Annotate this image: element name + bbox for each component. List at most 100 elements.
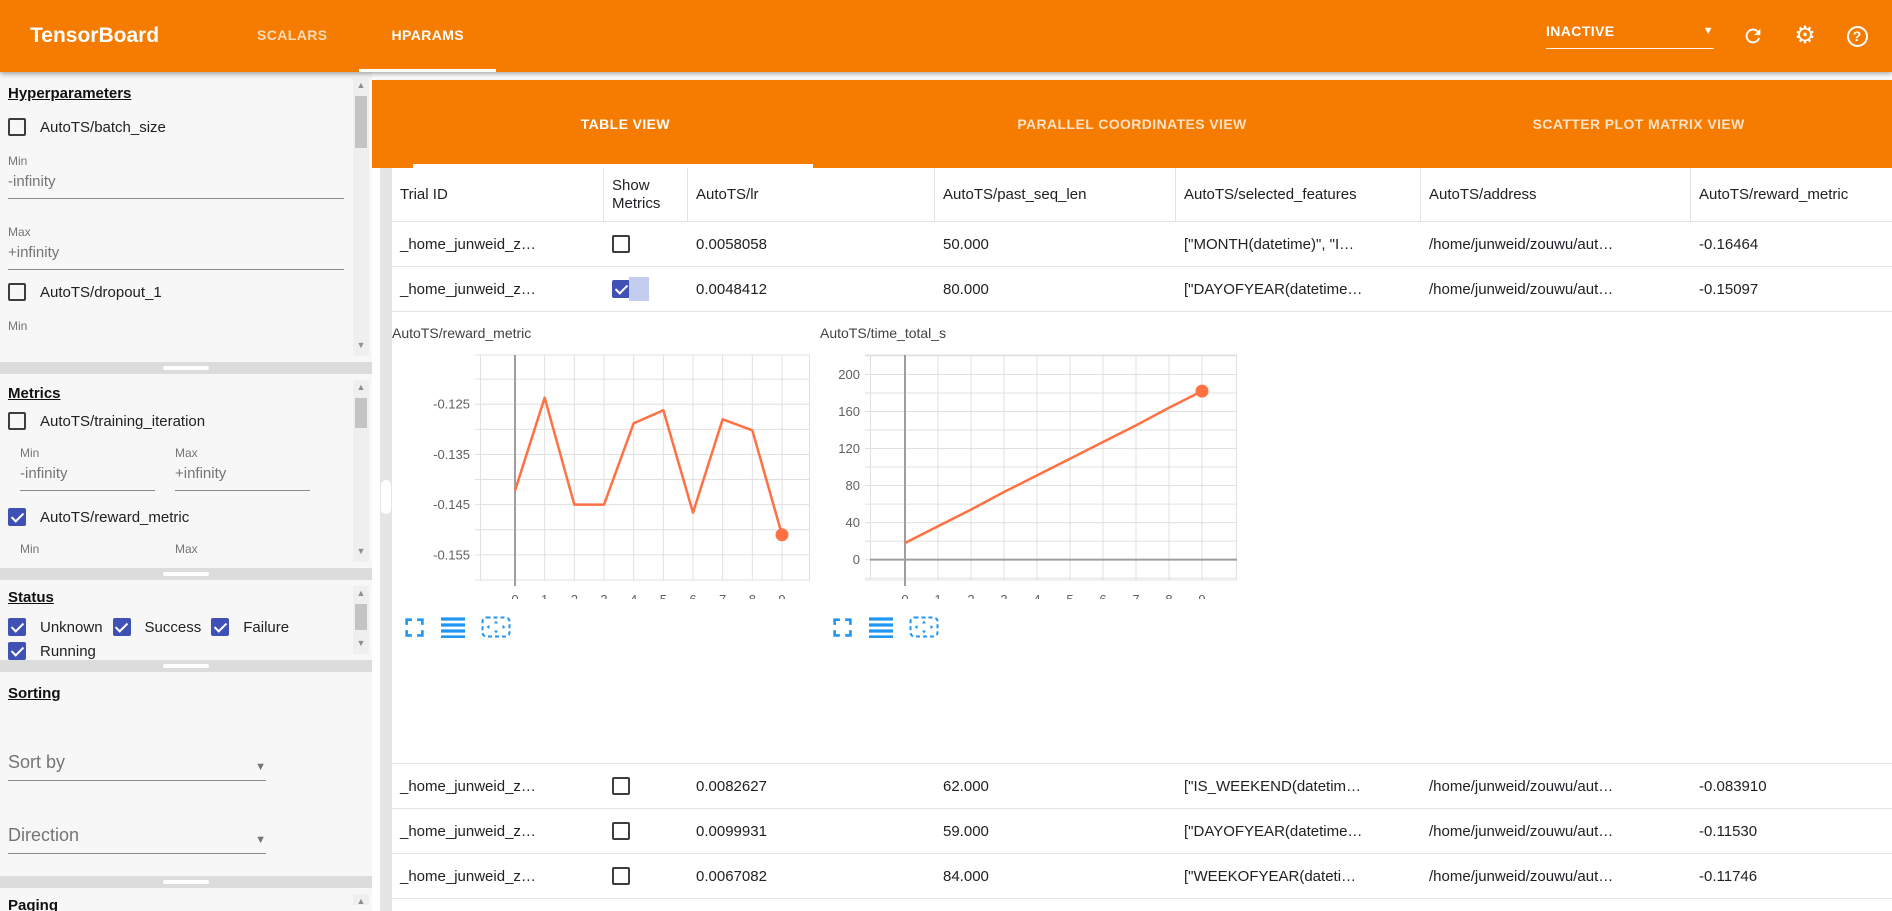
reset-zoom-icon[interactable] [481, 616, 511, 638]
reward-metric-cell: -0.083910 [1691, 778, 1892, 795]
training-iteration-label: AutoTS/training_iteration [40, 413, 205, 430]
show-metrics-checkbox[interactable] [612, 822, 630, 840]
svg-text:6: 6 [1099, 592, 1106, 599]
show-metrics-checkbox[interactable] [612, 777, 630, 795]
hyperparameters-scrollbar[interactable]: ▲ ▼ [353, 78, 369, 356]
reward-metric-label: AutoTS/reward_metric [40, 509, 189, 526]
tab-hparams[interactable]: HPARAMS [359, 0, 496, 72]
hparams-main: TABLE VIEW PARALLEL COORDINATES VIEW SCA… [372, 72, 1892, 911]
partial-row-edge [392, 898, 1892, 906]
status-running-checkbox[interactable] [8, 642, 26, 660]
status-failure-checkbox[interactable] [211, 618, 229, 636]
col-trial-id[interactable]: Trial ID [392, 168, 604, 221]
refresh-icon[interactable] [1740, 23, 1766, 49]
axes-lines-icon[interactable] [441, 617, 465, 638]
status-section: Status Unknown Success Failure Running [0, 580, 372, 660]
training-iteration-checkbox[interactable] [8, 412, 26, 430]
batch-size-checkbox[interactable] [8, 118, 26, 136]
col-past-seq-len[interactable]: AutoTS/past_seq_len [935, 168, 1176, 221]
table-row: _home_junweid_z… 0.0082627 62.000 ["IS_W… [392, 763, 1892, 808]
hparams-sidebar: Hyperparameters AutoTS/batch_size Min -i… [0, 72, 372, 911]
min-label: Min [20, 542, 155, 556]
tab-scalars[interactable]: SCALARS [225, 0, 359, 72]
col-show-metrics[interactable]: Show Metrics [604, 168, 688, 221]
scroll-up-icon[interactable]: ▲ [353, 896, 369, 910]
status-scrollbar[interactable]: ▲ ▼ [353, 586, 369, 654]
svg-text:1: 1 [541, 592, 548, 599]
scroll-down-icon[interactable]: ▼ [353, 546, 369, 560]
reward-metric-checkbox[interactable] [8, 508, 26, 526]
table-view-content: Trial ID Show Metrics AutoTS/lr AutoTS/p… [372, 168, 1892, 911]
reset-zoom-icon[interactable] [909, 616, 939, 638]
divider-drag-handle[interactable] [163, 880, 209, 884]
settings-gear-icon[interactable]: ⚙ [1792, 23, 1818, 49]
tab-scatter-plot-matrix-view[interactable]: SCATTER PLOT MATRIX VIEW [1385, 80, 1892, 168]
tab-parallel-coordinates-view[interactable]: PARALLEL COORDINATES VIEW [879, 80, 1386, 168]
svg-text:160: 160 [838, 404, 860, 419]
svg-text:0: 0 [853, 552, 860, 567]
scroll-up-icon[interactable]: ▲ [353, 382, 369, 396]
svg-text:4: 4 [630, 592, 637, 599]
fullscreen-icon[interactable] [832, 617, 853, 638]
col-lr[interactable]: AutoTS/lr [688, 168, 935, 221]
scroll-thumb[interactable] [355, 96, 367, 148]
col-selected-features[interactable]: AutoTS/selected_features [1176, 168, 1421, 221]
status-running-label: Running [40, 643, 96, 660]
show-metrics-checkbox[interactable] [612, 867, 630, 885]
status-unknown-row: Unknown [8, 618, 103, 636]
scroll-up-icon[interactable]: ▲ [353, 80, 369, 94]
scroll-thumb[interactable] [355, 398, 367, 428]
show-metrics-checkbox[interactable] [612, 280, 630, 298]
svg-text:3: 3 [600, 592, 607, 599]
fullscreen-icon[interactable] [404, 617, 425, 638]
sorting-heading: Sorting [8, 684, 344, 704]
min-label: Min [20, 446, 155, 460]
scroll-down-icon[interactable]: ▼ [353, 340, 369, 354]
max-label: Max [8, 225, 344, 239]
time-total-line-chart[interactable]: 012345678904080120160200 [820, 344, 1240, 599]
run-status-select[interactable]: INACTIVE ▼ [1546, 23, 1714, 49]
sort-by-select[interactable]: Sort by ▼ [8, 752, 266, 781]
view-tabs: TABLE VIEW PARALLEL COORDINATES VIEW SCA… [372, 80, 1892, 168]
show-metrics-checkbox[interactable] [612, 235, 630, 253]
svg-text:8: 8 [1165, 592, 1172, 599]
status-success-checkbox[interactable] [113, 618, 131, 636]
lr-cell: 0.0099931 [688, 823, 935, 840]
max-input[interactable]: +infinity [175, 460, 310, 491]
max-input[interactable]: +infinity [8, 239, 344, 270]
paging-scrollbar[interactable]: ▲ [353, 894, 369, 905]
min-input[interactable]: -infinity [20, 460, 155, 491]
direction-select[interactable]: Direction ▼ [8, 825, 266, 854]
divider-drag-handle[interactable] [163, 664, 209, 668]
scroll-up-icon[interactable]: ▲ [353, 588, 369, 602]
min-label: Min [8, 319, 344, 333]
divider-drag-handle[interactable] [163, 366, 209, 370]
svg-text:9: 9 [778, 592, 785, 599]
status-unknown-checkbox[interactable] [8, 618, 26, 636]
svg-text:2: 2 [967, 592, 974, 599]
metrics-scrollbar[interactable]: ▲ ▼ [353, 380, 369, 562]
reward-metric-line-chart[interactable]: 0123456789-0.155-0.145-0.135-0.125 [392, 344, 813, 599]
scroll-down-icon[interactable]: ▼ [353, 638, 369, 652]
dropout-checkbox[interactable] [8, 283, 26, 301]
metric-training-iteration-row: AutoTS/training_iteration [8, 412, 344, 430]
past-seq-len-cell: 80.000 [935, 281, 1176, 298]
table-row: _home_junweid_z… 0.0067082 84.000 ["WEEK… [392, 853, 1892, 898]
col-address[interactable]: AutoTS/address [1421, 168, 1691, 221]
svg-text:-0.125: -0.125 [433, 397, 470, 412]
divider-drag-handle[interactable] [163, 572, 209, 576]
reward-metric-cell: -0.16464 [1691, 236, 1892, 253]
min-input[interactable]: -infinity [8, 168, 344, 199]
scroll-thumb[interactable] [355, 604, 367, 630]
col-reward-metric[interactable]: AutoTS/reward_metric [1691, 168, 1892, 221]
svg-text:3: 3 [1000, 592, 1007, 599]
status-success-row: Success [113, 618, 202, 636]
axes-lines-icon[interactable] [869, 617, 893, 638]
main-scrollbar[interactable] [380, 168, 392, 911]
status-failure-row: Failure [211, 618, 289, 636]
tab-table-view[interactable]: TABLE VIEW [372, 80, 879, 168]
help-icon[interactable]: ? [1844, 23, 1870, 49]
scroll-thumb[interactable] [381, 480, 391, 514]
lr-cell: 0.0082627 [688, 778, 935, 795]
chevron-down-icon: ▼ [255, 761, 266, 773]
